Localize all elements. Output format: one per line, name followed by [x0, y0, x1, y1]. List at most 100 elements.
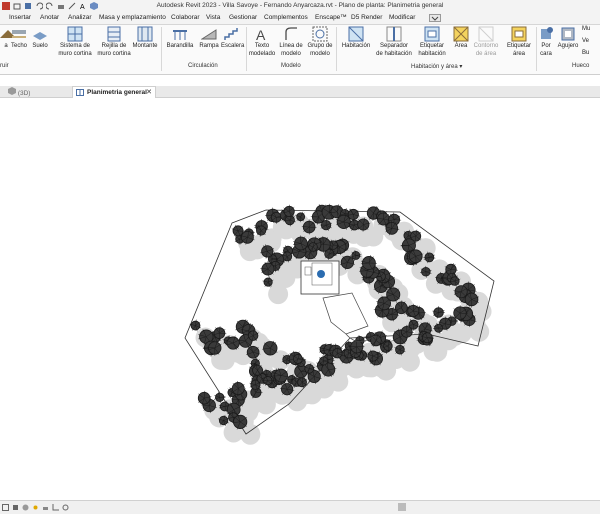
barandilla-button[interactable]: Barandilla: [166, 26, 194, 50]
group-habitacion-area[interactable]: Habitación y área ▾: [411, 63, 462, 70]
group-construir: ruir: [0, 63, 9, 69]
etiquetar-area-label-1: Etiquetar: [504, 43, 534, 50]
habitacion-label: Habitación: [340, 43, 372, 50]
linea-modelo-label-2: modelo: [278, 51, 304, 58]
tab-3d[interactable]: (3D): [8, 87, 30, 97]
etiquetar-habitacion-button[interactable]: Etiquetar habitación: [416, 26, 448, 58]
driveway: [323, 293, 374, 342]
room-separator-icon: [386, 26, 402, 42]
rampa-button[interactable]: Rampa: [199, 26, 219, 50]
separador-habitacion-button[interactable]: Separador de habitación: [376, 26, 412, 58]
etiquetar-area-label-2: área: [504, 51, 534, 58]
escalera-button[interactable]: Escalera: [221, 26, 243, 50]
menu-gestionar[interactable]: Gestionar: [229, 14, 257, 21]
title-bar: A Autodesk Revit 2023 - Villa Savoye - F…: [0, 0, 600, 13]
group-circulacion: Circulación: [188, 63, 218, 69]
suelo-label: Suelo: [31, 43, 49, 50]
menu-bar: Insertar Anotar Analizar Masa y emplazam…: [0, 13, 600, 25]
menu-complementos[interactable]: Complementos: [264, 14, 308, 21]
floor-plan-icon: [76, 89, 84, 96]
vertical-hueco-button[interactable]: Ve: [582, 38, 600, 45]
tab-active-label: Planimetria general: [87, 89, 147, 96]
drawing-canvas[interactable]: [0, 98, 600, 500]
floor-icon: [32, 26, 48, 42]
room-icon: [348, 26, 364, 42]
scale-icon[interactable]: [2, 504, 9, 511]
suelo-button[interactable]: Suelo: [31, 26, 49, 50]
tree-shadow: [268, 284, 288, 304]
area-boundary-icon: [478, 26, 494, 42]
area-button[interactable]: Área: [452, 26, 470, 50]
montante-button[interactable]: Montante: [131, 26, 159, 50]
separador-label-2: de habitación: [376, 51, 412, 58]
stair-icon: [224, 26, 240, 42]
sistema-muro-cortina-button[interactable]: Sistema de muro cortina: [55, 26, 95, 58]
texto-modelado-label-2: modelado: [248, 51, 276, 58]
temp-hide-icon[interactable]: [62, 504, 69, 511]
tab-3d-label: (3D): [18, 90, 31, 97]
shaft-icon: [560, 26, 576, 42]
menu-anotar[interactable]: Anotar: [40, 14, 59, 21]
area-label: Área: [452, 43, 470, 50]
rejilla-label-1: Rejilla de: [94, 43, 134, 50]
menu-modificar[interactable]: Modificar: [389, 14, 415, 21]
view-control-bar: [0, 500, 600, 514]
habitacion-button[interactable]: Habitación: [340, 26, 372, 50]
menu-insertar[interactable]: Insertar: [9, 14, 31, 21]
etiquetar-hab-label-2: habitación: [416, 51, 448, 58]
railing-icon: [172, 26, 188, 42]
villa-building: [301, 261, 339, 294]
horizontal-scrollbar-thumb[interactable]: [398, 503, 406, 511]
contorno-area-label-1: Contorno: [472, 43, 500, 50]
site-plan-drawing: [0, 98, 600, 500]
svg-text:A: A: [256, 27, 266, 42]
contorno-area-button[interactable]: Contorno de área: [472, 26, 500, 58]
menu-enscape[interactable]: Enscape™: [315, 14, 347, 21]
techo-button[interactable]: Techo: [10, 26, 28, 50]
linea-modelo-button[interactable]: Línea de modelo: [278, 26, 304, 58]
buhardilla-button[interactable]: Bu: [582, 50, 600, 57]
menu-vista[interactable]: Vista: [206, 14, 220, 21]
ramp-icon: [201, 26, 217, 42]
menu-d5-render[interactable]: D5 Render: [351, 14, 382, 21]
rampa-label: Rampa: [199, 43, 219, 50]
close-tab-icon[interactable]: ✕: [146, 88, 152, 96]
mullion-icon: [137, 26, 153, 42]
curtain-grid-icon: [106, 26, 122, 42]
group-modelo: Modelo: [281, 63, 301, 69]
tab-planimetria-general[interactable]: Planimetria general ✕: [72, 86, 156, 98]
por-cara-button[interactable]: Por cara: [538, 26, 554, 58]
sun-path-icon[interactable]: [32, 504, 39, 511]
rejilla-muro-cortina-button[interactable]: Rejilla de muro cortina: [94, 26, 134, 58]
area-icon: [453, 26, 469, 42]
detail-level-icon[interactable]: [12, 504, 19, 511]
ribbon-separator: [336, 27, 337, 71]
texto-modelado-button[interactable]: A Texto modelado: [248, 26, 276, 58]
curtain-system-icon: [67, 26, 83, 42]
escalera-label: Escalera: [221, 43, 243, 50]
window-title: Autodesk Revit 2023 - Villa Savoye - Fer…: [0, 2, 600, 9]
menu-analizar[interactable]: Analizar: [68, 14, 91, 21]
menu-masa-emplazamiento[interactable]: Masa y emplazamiento: [99, 14, 166, 21]
contorno-area-label-2: de área: [472, 51, 500, 58]
3d-view-icon: [8, 87, 16, 95]
separador-label-1: Separador: [376, 43, 412, 50]
etiquetar-area-button[interactable]: Etiquetar área: [504, 26, 534, 58]
texto-modelado-label-1: Texto: [248, 43, 276, 50]
barandilla-label: Barandilla: [166, 43, 194, 50]
sistema-muro-label-1: Sistema de: [55, 43, 95, 50]
linea-modelo-label-1: Línea de: [278, 43, 304, 50]
menu-colaborar[interactable]: Colaborar: [171, 14, 200, 21]
crop-view-icon[interactable]: [52, 504, 59, 511]
muro-hueco-button[interactable]: Mu: [582, 26, 600, 33]
shadows-icon[interactable]: [42, 504, 49, 511]
ribbon-separator: [246, 27, 247, 71]
view-controls: [2, 504, 69, 511]
room-tag-icon: [424, 26, 440, 42]
agujero-button[interactable]: Agujero: [556, 26, 580, 50]
ribbon-options-icon[interactable]: [429, 14, 441, 24]
montante-label: Montante: [131, 43, 159, 50]
grupo-modelo-button[interactable]: Grupo de modelo: [306, 26, 334, 58]
visual-style-icon[interactable]: [22, 504, 29, 511]
grupo-modelo-label-2: modelo: [306, 51, 334, 58]
